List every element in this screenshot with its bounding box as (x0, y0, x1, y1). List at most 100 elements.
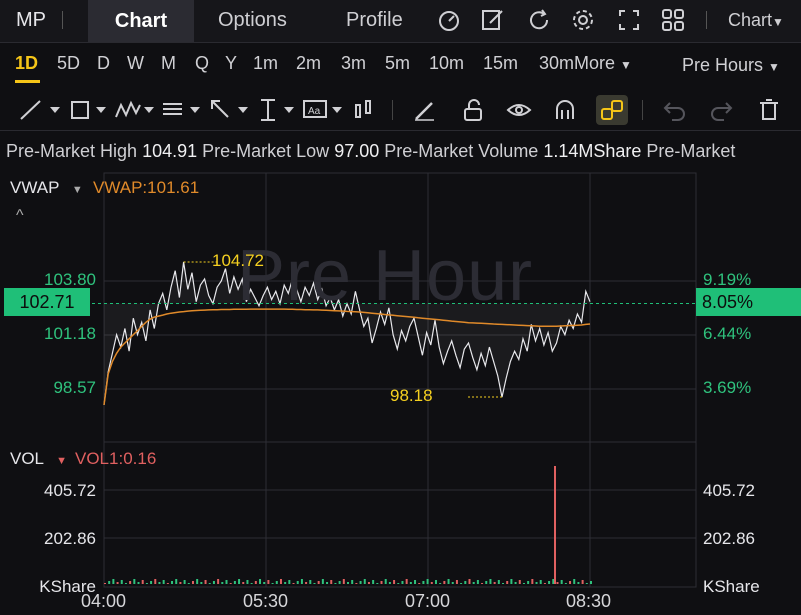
volume-bar (489, 579, 492, 584)
vol-value: VOL1:0.16 (75, 449, 157, 468)
link-icon[interactable] (599, 97, 625, 123)
redo-icon[interactable] (708, 97, 734, 123)
x-axis-label: 07:00 (405, 591, 451, 611)
interval-1d[interactable]: 1D (15, 53, 38, 74)
volume-bar (367, 582, 370, 584)
volume-bar (393, 580, 396, 584)
eye-icon[interactable] (506, 97, 532, 123)
wave-tool-icon[interactable] (114, 97, 160, 123)
volume-bar (380, 581, 383, 584)
volume-bar (254, 581, 257, 584)
volume-bar (548, 581, 551, 584)
edit-icon[interactable] (480, 7, 506, 33)
volume-bar (447, 579, 450, 584)
volume-bar (439, 583, 442, 584)
volume-bar (259, 579, 262, 584)
pencil-icon[interactable] (412, 97, 438, 123)
gauge-icon[interactable] (436, 7, 462, 33)
volume-bar (569, 581, 572, 584)
interval-day[interactable]: D (97, 53, 110, 74)
magnet-icon[interactable] (552, 97, 578, 123)
trash-icon[interactable] (756, 97, 782, 123)
volume-bar (200, 582, 203, 584)
unlock-icon[interactable] (460, 97, 486, 123)
volume-bar (166, 583, 169, 584)
undo-icon[interactable] (662, 97, 688, 123)
chart-type-label: Chart (728, 10, 773, 30)
refresh-icon[interactable] (526, 7, 552, 33)
volume-bar (108, 581, 111, 584)
divider (392, 100, 393, 120)
interval-30m[interactable]: 30m (539, 53, 577, 74)
interval-2m[interactable]: 2m (296, 53, 321, 74)
volume-bar (162, 580, 165, 584)
volume-bar (418, 583, 421, 584)
tab-options[interactable]: Options (218, 9, 287, 32)
premarket-info-line: Pre-Market High 104.91 Pre-Market Low 97… (6, 141, 735, 162)
interval-5d[interactable]: 5D (57, 53, 80, 74)
chart-type-dropdown[interactable]: Chart▼ (728, 10, 784, 31)
candle-tool-icon[interactable] (352, 97, 376, 123)
volume-bar (263, 582, 266, 584)
premarket-high-value: 104.91 (142, 141, 198, 161)
volume-bar (196, 579, 199, 584)
measure-tool-icon[interactable] (256, 97, 302, 123)
vol-label: VOL (10, 449, 44, 468)
volume-bar (359, 581, 362, 584)
interval-15m[interactable]: 15m (483, 53, 518, 74)
low-marker-label: 98.18 (390, 386, 433, 405)
volume-bar (313, 583, 316, 584)
caret-down-icon: ▼ (620, 58, 632, 72)
volume-bar (171, 581, 174, 584)
interval-year[interactable]: Y (225, 53, 237, 74)
y-axis-label: 98.57 (53, 378, 96, 397)
trendline-tool-icon[interactable] (18, 97, 64, 123)
volume-bar (510, 579, 513, 584)
interval-week[interactable]: W (127, 53, 144, 74)
collapse-chevron-icon[interactable]: ^ (16, 207, 24, 225)
current-price-tag: 102.71 (4, 288, 90, 316)
volume-bar (191, 581, 194, 584)
volume-bar (397, 583, 400, 584)
vwap-indicator-dropdown[interactable]: VWAP ▼ (10, 178, 83, 198)
volume-bar (497, 580, 500, 584)
volume-bar (292, 583, 295, 584)
x-axis-label: 05:30 (243, 591, 289, 611)
volume-bar (267, 580, 270, 584)
volume-bar (351, 580, 354, 584)
ticker-symbol[interactable]: MP (16, 9, 46, 32)
more-label: More (574, 53, 616, 73)
volume-bar (430, 582, 433, 584)
fib-tool-icon[interactable] (160, 97, 206, 123)
vol-axis-label: KShare (703, 577, 760, 596)
volume-bar (585, 583, 588, 584)
volume-bar (208, 583, 211, 584)
gear-icon[interactable] (570, 7, 596, 33)
interval-5m[interactable]: 5m (385, 53, 410, 74)
volume-bar (133, 579, 136, 584)
volume-bar (560, 580, 563, 584)
interval-quarter[interactable]: Q (195, 53, 209, 74)
volume-bar (506, 581, 509, 584)
volume-bar (342, 579, 345, 584)
volume-bar (204, 580, 207, 584)
volume-bar (175, 579, 178, 584)
chart-watermark: Pre Hour (237, 236, 534, 316)
tab-chart[interactable]: Chart (88, 0, 194, 42)
premarket-low-value: 97.00 (334, 141, 380, 161)
interval-3m[interactable]: 3m (341, 53, 366, 74)
interval-1m[interactable]: 1m (253, 53, 278, 74)
fullscreen-icon[interactable] (616, 7, 642, 33)
tab-profile[interactable]: Profile (346, 9, 403, 32)
rectangle-tool-icon[interactable] (68, 97, 114, 123)
text-tool-icon[interactable]: Aa (302, 97, 348, 123)
session-dropdown[interactable]: Pre Hours ▼ (682, 55, 780, 76)
volume-bar (493, 582, 496, 584)
volume-bar (376, 583, 379, 584)
arrow-tool-icon[interactable] (208, 97, 254, 123)
grid-icon[interactable] (660, 7, 686, 33)
interval-month[interactable]: M (161, 53, 176, 74)
vol-indicator-dropdown[interactable]: VOL ▼ (10, 449, 67, 469)
more-intervals-dropdown[interactable]: More ▼ (574, 53, 632, 74)
interval-10m[interactable]: 10m (429, 53, 464, 74)
